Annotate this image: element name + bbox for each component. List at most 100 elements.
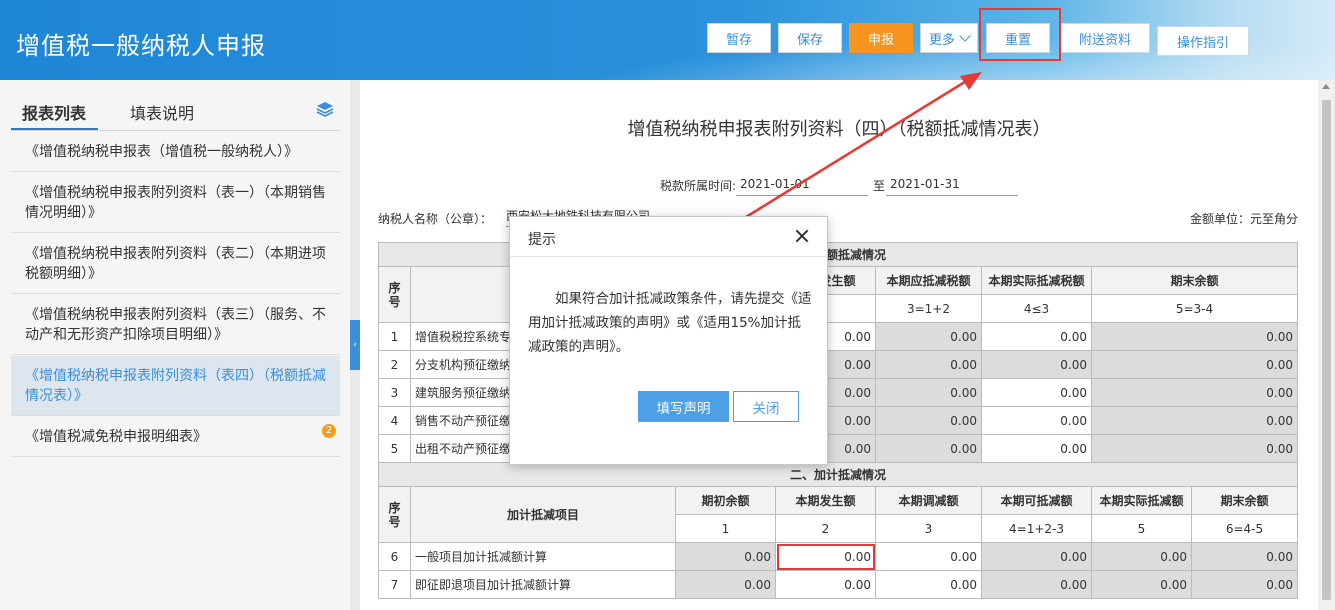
value-cell: 0.00 bbox=[981, 570, 1092, 599]
scroll-up-arrow-icon[interactable] bbox=[1322, 84, 1330, 89]
value-cell: 0.00 bbox=[1091, 570, 1192, 599]
tab-report-list[interactable]: 报表列表 bbox=[22, 100, 86, 124]
sidebar-item-schedule-4[interactable]: 《增值税纳税申报表附列资料（表四）（税额抵减情况表）》 bbox=[11, 356, 340, 416]
formula-cell: 5 bbox=[1091, 514, 1192, 543]
row-seq: 3 bbox=[378, 378, 411, 407]
value-cell: 0.00 bbox=[981, 542, 1092, 571]
save-button[interactable]: 保存 bbox=[778, 23, 842, 53]
dialog-message: 如果符合加计抵减政策条件，请先提交《适用加计抵减政策的声明》或《适用15%加计抵… bbox=[528, 291, 812, 355]
sidebar-item-label: 《增值税纳税申报表附列资料（表三）（服务、不动产和无形资产扣除项目明细）》 bbox=[25, 306, 326, 343]
close-icon[interactable] bbox=[795, 229, 809, 243]
current-amount-cell[interactable]: 0.00 bbox=[775, 542, 876, 571]
formula-cell: 4≤3 bbox=[981, 294, 1092, 323]
value-cell[interactable]: 0.00 bbox=[775, 570, 876, 599]
formula-cell: 3 bbox=[875, 514, 982, 543]
value-cell: 0.00 bbox=[875, 350, 982, 379]
sidebar-collapse-handle[interactable]: ‹ bbox=[350, 320, 360, 370]
row-seq: 5 bbox=[378, 434, 411, 463]
value-cell: 0.00 bbox=[1091, 542, 1192, 571]
reset-button[interactable]: 重置 bbox=[986, 23, 1050, 53]
sidebar-item-label: 《增值税纳税申报表（增值税一般纳税人）》 bbox=[25, 143, 298, 160]
col-header: 期末余额 bbox=[1091, 266, 1298, 295]
table-row: 6 一般项目加计抵减额计算 0.00 0.00 0.00 0.00 0.00 0… bbox=[378, 542, 1298, 571]
formula-cell: 1 bbox=[675, 514, 776, 543]
formula-cell: 5=3-4 bbox=[1091, 294, 1298, 323]
app-header: 增值税一般纳税人申报 暂存 保存 申报 更多 重置 附送资料 操作指引 bbox=[0, 0, 1335, 80]
app-title: 增值税一般纳税人申报 bbox=[16, 32, 266, 60]
period-to-label: 至 bbox=[873, 179, 886, 193]
tab-fill-instructions[interactable]: 填表说明 bbox=[130, 100, 194, 124]
close-button[interactable]: 关闭 bbox=[733, 391, 799, 422]
chevron-down-icon bbox=[959, 30, 971, 42]
more-label: 更多 bbox=[928, 32, 955, 48]
fill-declaration-button[interactable]: 填写声明 bbox=[638, 391, 729, 422]
tip-dialog: 提示 如果符合加计抵减政策条件，请先提交《适用加计抵减政策的声明》或《适用15%… bbox=[509, 216, 828, 465]
value-cell[interactable]: 0.00 bbox=[981, 378, 1092, 407]
row-seq: 6 bbox=[378, 542, 411, 571]
row-item: 一般项目加计抵减额计算 bbox=[410, 542, 676, 571]
guide-button[interactable]: 操作指引 bbox=[1157, 26, 1249, 56]
value-cell: 0.00 bbox=[1091, 434, 1298, 463]
seq-header: 序号 bbox=[378, 266, 411, 323]
scrollbar-thumb[interactable] bbox=[1322, 100, 1331, 600]
col-header: 本期实际抵减额 bbox=[1091, 486, 1192, 515]
value-cell: 0.00 bbox=[1091, 350, 1298, 379]
tab-divider bbox=[11, 130, 340, 131]
value-cell[interactable]: 0.00 bbox=[981, 322, 1092, 351]
sidebar: 报表列表 填表说明 《增值税纳税申报表（增值税一般纳税人）》 《增值税纳税申报表… bbox=[0, 80, 350, 610]
tab-active-indicator bbox=[11, 128, 98, 130]
row-seq: 1 bbox=[378, 322, 411, 351]
value-cell: 0.00 bbox=[675, 570, 776, 599]
vertical-scrollbar[interactable] bbox=[1318, 80, 1335, 610]
formula-cell: 6=4-5 bbox=[1191, 514, 1298, 543]
formula-cell: 4=1+2-3 bbox=[981, 514, 1092, 543]
seq-header: 序号 bbox=[378, 486, 411, 543]
value-cell: 0.00 bbox=[1091, 322, 1298, 351]
value-cell: 0.00 bbox=[1191, 542, 1298, 571]
value-cell[interactable]: 0.00 bbox=[981, 434, 1092, 463]
sidebar-item-schedule-3[interactable]: 《增值税纳税申报表附列资料（表三）（服务、不动产和无形资产扣除项目明细）》 bbox=[11, 295, 340, 355]
sidebar-item-label: 《增值税减免税申报明细表》 bbox=[25, 428, 207, 445]
sidebar-item-schedule-2[interactable]: 《增值税纳税申报表附列资料（表二）（本期进项税额明细）》 bbox=[11, 234, 340, 294]
formula-cell: 3=1+2 bbox=[875, 294, 982, 323]
sidebar-item-schedule-1[interactable]: 《增值税纳税申报表附列资料（表一）（本期销售情况明细）》 bbox=[11, 173, 340, 233]
value-cell: 0.00 bbox=[675, 542, 776, 571]
value-cell: 0.00 bbox=[875, 378, 982, 407]
sidebar-item-label: 《增值税纳税申报表附列资料（表一）（本期销售情况明细）》 bbox=[25, 184, 326, 221]
period-start-field[interactable]: 2021-01-01 bbox=[736, 174, 868, 196]
value-cell: 0.00 bbox=[875, 434, 982, 463]
col-header: 本期实际抵减税额 bbox=[981, 266, 1092, 295]
more-dropdown[interactable]: 更多 bbox=[920, 23, 978, 53]
declare-button[interactable]: 申报 bbox=[849, 23, 913, 53]
taxpayer-label: 纳税人名称（公章）： bbox=[378, 212, 493, 226]
attach-button[interactable]: 附送资料 bbox=[1060, 23, 1150, 53]
value-cell: 0.00 bbox=[1091, 378, 1298, 407]
section2-header: 二、加计抵减情况 bbox=[378, 462, 1298, 487]
col-header: 本期调减额 bbox=[875, 486, 982, 515]
sidebar-item-exemption[interactable]: 《增值税减免税申报明细表》 2 bbox=[11, 417, 340, 457]
item-header: 加计抵减项目 bbox=[410, 486, 676, 543]
value-cell: 0.00 bbox=[1091, 406, 1298, 435]
value-cell[interactable]: 0.00 bbox=[981, 406, 1092, 435]
form-area: 增值税纳税申报表附列资料（四）（税额抵减情况表） 税款所属时间: 2021-01… bbox=[360, 80, 1318, 610]
layers-icon[interactable] bbox=[316, 100, 334, 118]
sidebar-item-main-report[interactable]: 《增值税纳税申报表（增值税一般纳税人）》 bbox=[11, 132, 340, 172]
form-title: 增值税纳税申报表附列资料（四）（税额抵减情况表） bbox=[627, 119, 1051, 140]
temp-save-button[interactable]: 暂存 bbox=[707, 23, 771, 53]
value-cell: 0.00 bbox=[981, 350, 1092, 379]
period-end-field[interactable]: 2021-01-31 bbox=[886, 174, 1018, 196]
period-label: 税款所属时间: bbox=[660, 179, 737, 193]
row-seq: 4 bbox=[378, 406, 411, 435]
col-header: 本期可抵减额 bbox=[981, 486, 1092, 515]
col-header: 本期应抵减税额 bbox=[875, 266, 982, 295]
col-header: 本期发生额 bbox=[775, 486, 876, 515]
row-seq: 7 bbox=[378, 570, 411, 599]
value-cell[interactable]: 0.00 bbox=[875, 570, 982, 599]
value-cell[interactable]: 0.00 bbox=[875, 542, 982, 571]
table-row: 7 即征即退项目加计抵减额计算 0.00 0.00 0.00 0.00 0.00… bbox=[378, 570, 1298, 599]
dialog-title: 提示 bbox=[528, 232, 556, 248]
sidebar-item-label: 《增值税纳税申报表附列资料（表四）（税额抵减情况表）》 bbox=[25, 367, 326, 404]
row-seq: 2 bbox=[378, 350, 411, 379]
dialog-header: 提示 bbox=[510, 217, 827, 257]
value-cell: 0.00 bbox=[1191, 570, 1298, 599]
